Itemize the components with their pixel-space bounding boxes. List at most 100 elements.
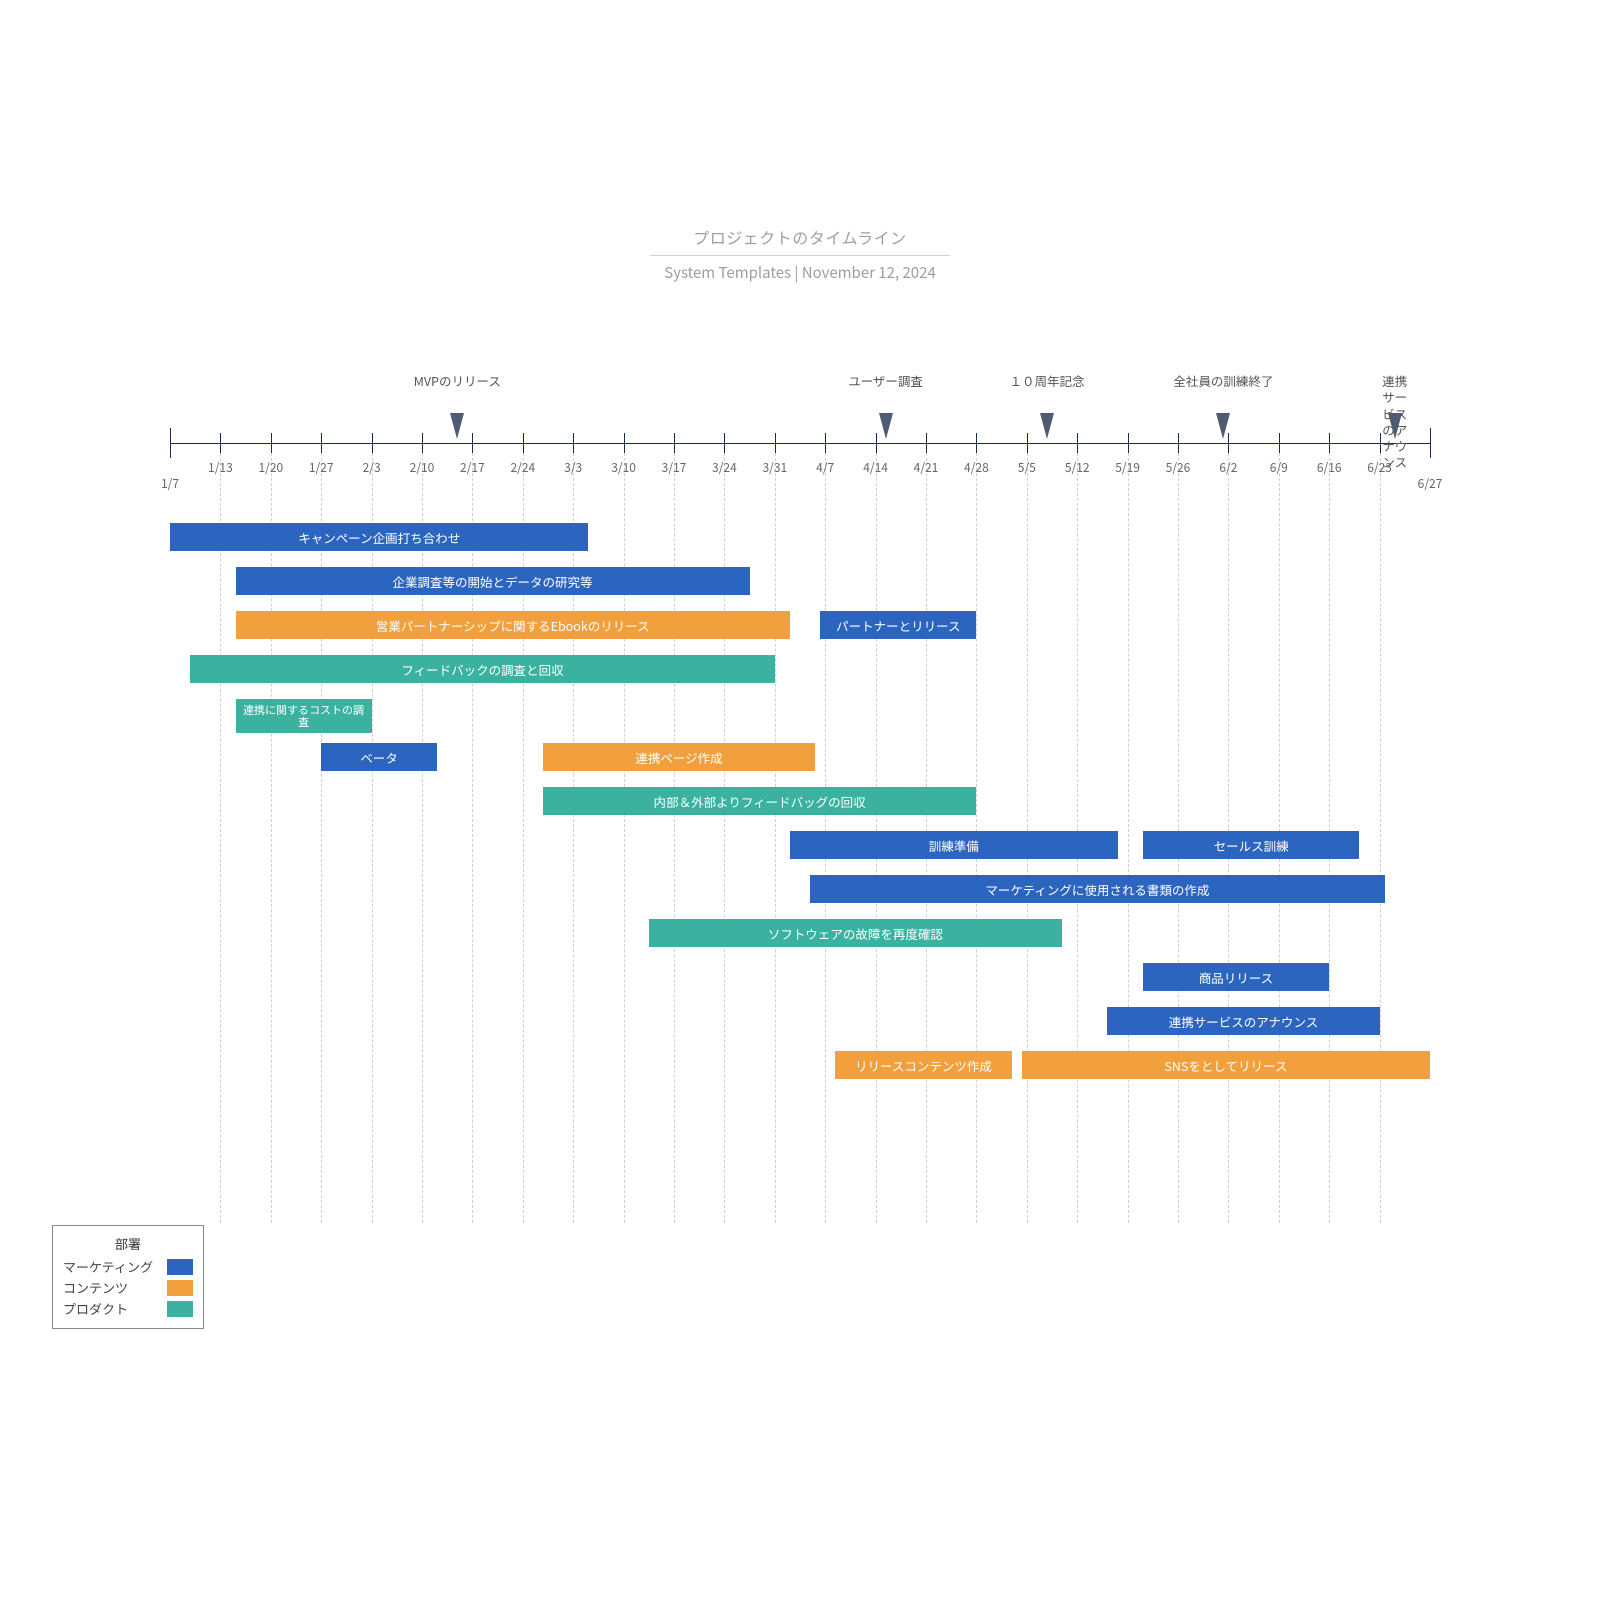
milestone-label: MVPのリリース [414,373,501,389]
axis-tick [876,433,877,453]
milestone-arrow-icon [1216,413,1230,439]
axis-tick [422,433,423,453]
axis-tick [926,433,927,453]
milestone-arrow-icon [450,413,464,439]
gantt-bar: ベータ [321,743,437,771]
axis-label: 6/16 [1317,459,1342,476]
gridline [220,443,221,1223]
legend-swatch [167,1280,193,1296]
axis-label: 2/3 [363,459,381,476]
axis-tick [472,433,473,453]
gantt-bar: マーケティングに使用される書類の作成 [810,875,1385,903]
axis-tick [1430,428,1431,458]
axis-label: 2/17 [460,459,485,476]
legend: 部署 マーケティング コンテンツ プロダクト [52,1225,204,1329]
axis-label: 5/19 [1115,459,1140,476]
axis-label: 4/7 [816,459,834,476]
axis-tick [523,433,524,453]
legend-title: 部署 [63,1234,193,1253]
axis-tick [1077,433,1078,453]
milestone-arrow-icon [1040,413,1054,439]
axis-label: 3/10 [611,459,636,476]
page-subtitle: System Templates | November 12, 2024 [650,262,950,283]
gridline [422,443,423,1223]
axis-tick [1279,433,1280,453]
gantt-bar: 連携サービスのアナウンス [1107,1007,1379,1035]
gridline [271,443,272,1223]
axis-label: 1/27 [309,459,334,476]
axis-tick [1329,433,1330,453]
gantt-bar: 訓練準備 [790,831,1118,859]
axis-label: 6/27 [1418,475,1443,492]
gridline [674,443,675,1223]
legend-name: プロダクト [63,1299,128,1318]
axis-tick [724,433,725,453]
milestone-arrow-icon [1388,413,1402,439]
milestone-label: 全社員の訓練終了 [1173,373,1273,389]
gantt-bar: ソフトウェアの故障を再度確認 [649,919,1062,947]
gantt-bar: キャンペーン企画打ち合わせ [170,523,588,551]
axis-label: 5/12 [1065,459,1090,476]
milestone-label: ユーザー調査 [848,373,923,389]
page-title: プロジェクトのタイムライン [650,225,950,249]
gridline [321,443,322,1223]
gantt-bar: パートナーとリリース [820,611,976,639]
axis-label: 4/28 [964,459,989,476]
header: プロジェクトのタイムライン System Templates | Novembe… [650,225,950,283]
gridline [523,443,524,1223]
axis-tick [170,428,171,458]
axis-label: 3/24 [712,459,737,476]
axis-tick [1178,433,1179,453]
axis-label: 1/7 [161,475,179,492]
gridline [372,443,373,1223]
legend-row-marketing: マーケティング [63,1257,193,1276]
axis-tick [1128,433,1129,453]
axis-tick [1027,433,1028,453]
gridline [472,443,473,1223]
axis-label: 6/9 [1270,459,1288,476]
milestone-label: １０周年記念 [1009,373,1084,389]
axis-label: 3/3 [564,459,582,476]
axis-tick [775,433,776,453]
axis-tick [976,433,977,453]
gridline [1380,443,1381,1223]
axis-label: 3/17 [662,459,687,476]
axis-tick [321,433,322,453]
title-underline [650,255,950,256]
gantt-bar: 商品リリース [1143,963,1329,991]
axis-tick [372,433,373,453]
axis-label: 4/21 [914,459,939,476]
gantt-bar: 連携に関するコストの調査 [236,699,372,733]
gantt-bar: 営業パートナーシップに関するEbookのリリース [236,611,790,639]
legend-row-content: コンテンツ [63,1278,193,1297]
axis-tick [573,433,574,453]
axis-label: 2/10 [410,459,435,476]
axis-tick [271,433,272,453]
gantt-bar: リリースコンテンツ作成 [835,1051,1011,1079]
legend-row-product: プロダクト [63,1299,193,1318]
axis-label: 1/20 [258,459,283,476]
gantt-bar: セールス訓練 [1143,831,1360,859]
axis-tick [220,433,221,453]
axis-label: 6/2 [1219,459,1237,476]
time-axis [170,443,1430,444]
axis-tick [825,433,826,453]
legend-swatch [167,1259,193,1275]
axis-label: 5/5 [1018,459,1036,476]
milestone-arrow-icon [879,413,893,439]
gantt-bar: SNSをとしてリリース [1022,1051,1430,1079]
legend-swatch [167,1301,193,1317]
gantt-bar: 企業調査等の開始とデータの研究等 [236,567,750,595]
gridline [624,443,625,1223]
gantt-bar: フィードバックの調査と回収 [190,655,775,683]
gridline [724,443,725,1223]
axis-label: 2/24 [510,459,535,476]
axis-tick [624,433,625,453]
axis-label: 3/31 [762,459,787,476]
gantt-bar: 連携ページ作成 [543,743,815,771]
gridline [1128,443,1129,1223]
gantt-bar: 内部＆外部よりフィードバッグの回収 [543,787,976,815]
legend-name: コンテンツ [63,1278,128,1297]
axis-label: 1/13 [208,459,233,476]
axis-label: 5/26 [1166,459,1191,476]
